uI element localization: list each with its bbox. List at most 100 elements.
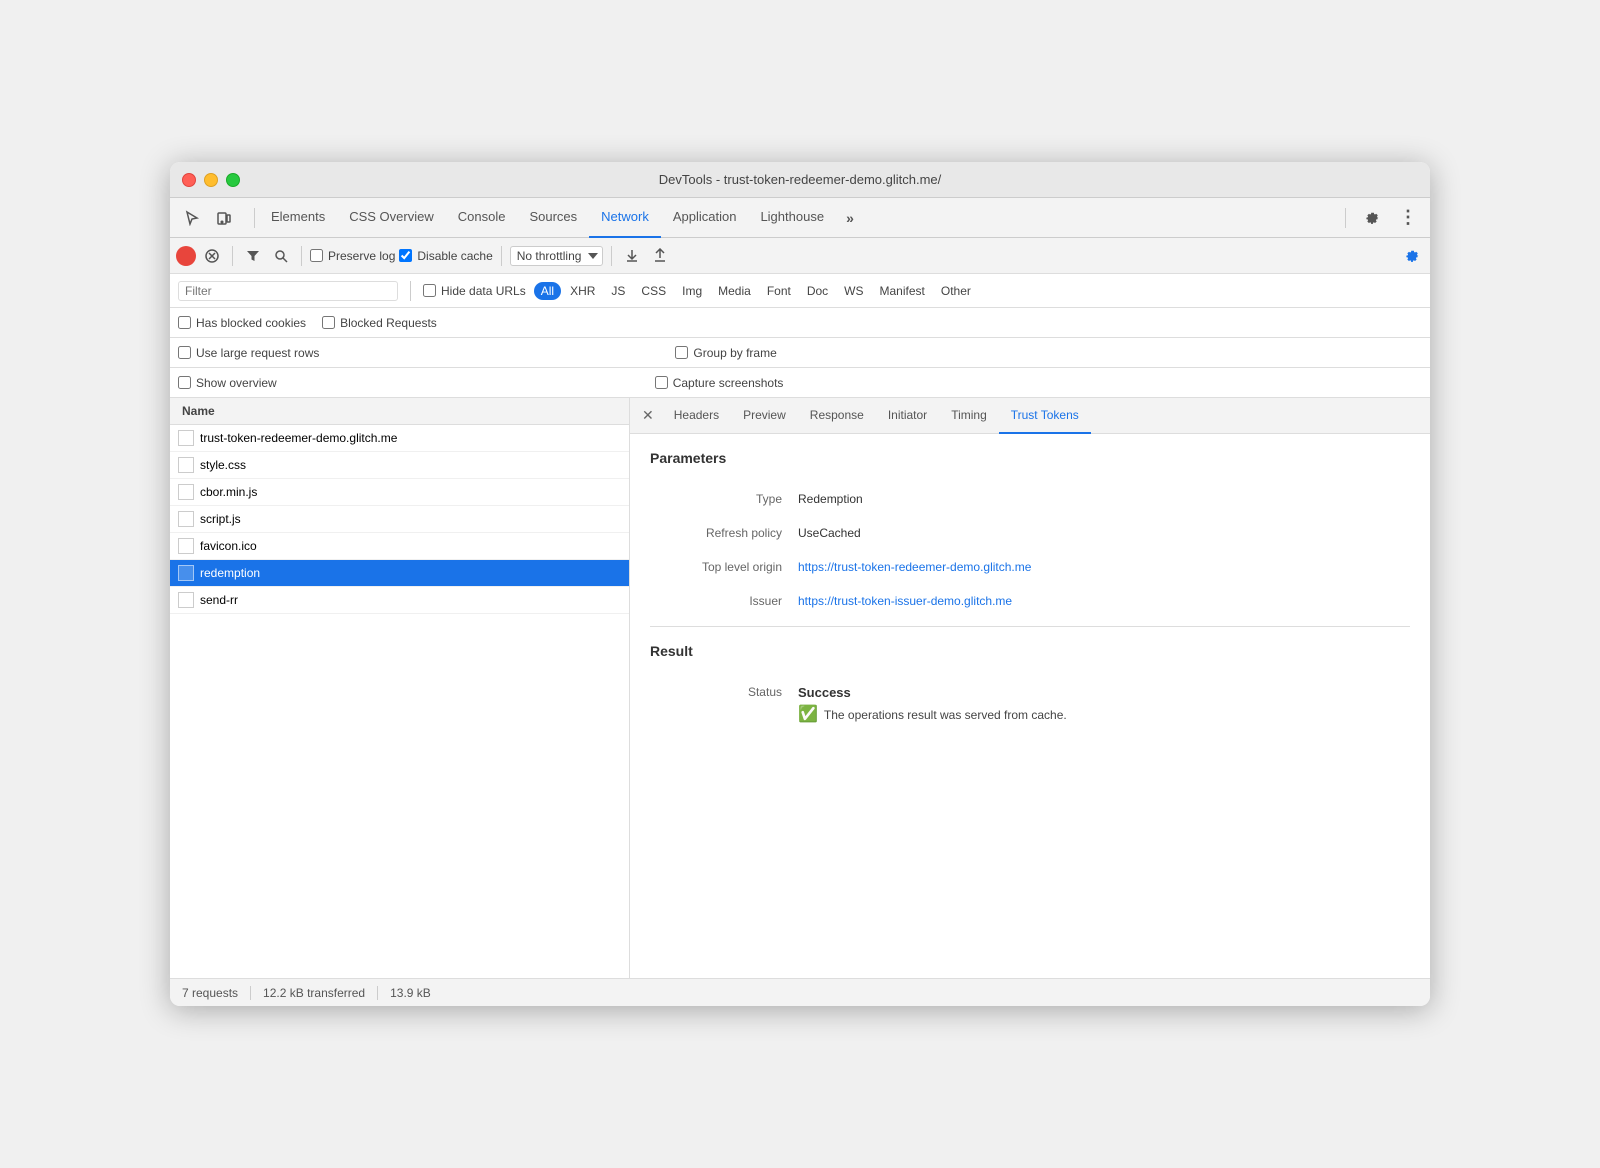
show-overview-label[interactable]: Show overview [178, 376, 277, 390]
large-rows-checkbox[interactable] [178, 346, 191, 359]
options-row-1: Has blocked cookies Blocked Requests [170, 308, 1430, 338]
file-icon [178, 538, 194, 554]
devtools-tab-bar: Elements CSS Overview Console Sources Ne… [170, 198, 1430, 238]
filter-tag-all[interactable]: All [534, 282, 561, 300]
more-menu-button[interactable]: ⋮ [1394, 204, 1422, 232]
preserve-log-checkbox[interactable] [310, 249, 323, 262]
success-check-icon: ✅ [798, 704, 818, 724]
list-item[interactable]: trust-token-redeemer-demo.glitch.me [170, 425, 629, 452]
param-value-issuer: https://trust-token-issuer-demo.glitch.m… [790, 584, 1410, 618]
tab-timing[interactable]: Timing [939, 398, 999, 434]
param-value-refresh: UseCached [790, 516, 1410, 550]
file-icon-selected [178, 565, 194, 581]
tab-sources[interactable]: Sources [517, 198, 589, 238]
tab-response[interactable]: Response [798, 398, 876, 434]
requests-count: 7 requests [182, 986, 251, 1000]
tab-headers[interactable]: Headers [662, 398, 731, 434]
options-row-3: Show overview Capture screenshots [170, 368, 1430, 398]
param-key-origin: Top level origin [650, 550, 790, 584]
large-rows-label[interactable]: Use large request rows [178, 346, 319, 360]
close-detail-button[interactable]: ✕ [634, 398, 662, 434]
tab-initiator[interactable]: Initiator [876, 398, 939, 434]
disable-cache-label[interactable]: Disable cache [399, 249, 492, 263]
disable-cache-checkbox[interactable] [399, 249, 412, 262]
record-button[interactable] [176, 246, 196, 266]
network-settings-icon[interactable] [1400, 244, 1424, 268]
filter-input[interactable] [178, 281, 398, 301]
tab-lighthouse[interactable]: Lighthouse [748, 198, 836, 238]
detail-content: Parameters Type Redemption Refresh polic… [630, 434, 1430, 978]
result-table: Status Success ✅ The operations result w… [650, 675, 1410, 734]
filter-tag-img[interactable]: Img [675, 282, 709, 300]
filter-tag-media[interactable]: Media [711, 282, 758, 300]
tab-console[interactable]: Console [446, 198, 518, 238]
network-toolbar: Preserve log Disable cache No throttling [170, 238, 1430, 274]
export-icon[interactable] [648, 244, 672, 268]
list-item[interactable]: script.js [170, 506, 629, 533]
filter-tag-css[interactable]: CSS [634, 282, 673, 300]
minimize-button[interactable] [204, 173, 218, 187]
filter-divider [410, 281, 411, 301]
section-divider [650, 626, 1410, 627]
filter-tag-font[interactable]: Font [760, 282, 798, 300]
table-row: Type Redemption [650, 482, 1410, 516]
more-tabs-button[interactable]: » [836, 204, 864, 232]
traffic-lights [182, 173, 240, 187]
file-list-header: Name [170, 398, 629, 425]
filter-tag-manifest[interactable]: Manifest [873, 282, 932, 300]
show-overview-checkbox[interactable] [178, 376, 191, 389]
table-row: Top level origin https://trust-token-red… [650, 550, 1410, 584]
list-item[interactable]: send-rr [170, 587, 629, 614]
file-icon [178, 430, 194, 446]
list-item[interactable]: favicon.ico [170, 533, 629, 560]
param-value-type: Redemption [790, 482, 1410, 516]
parameters-title: Parameters [650, 450, 1410, 466]
search-icon[interactable] [269, 244, 293, 268]
list-item[interactable]: style.css [170, 452, 629, 479]
devtools-toolbar-icons [178, 204, 238, 232]
preserve-log-label[interactable]: Preserve log [310, 249, 395, 263]
tab-preview[interactable]: Preview [731, 398, 798, 434]
filter-icon[interactable] [241, 244, 265, 268]
file-icon [178, 484, 194, 500]
list-item-selected[interactable]: redemption [170, 560, 629, 587]
filter-tag-doc[interactable]: Doc [800, 282, 835, 300]
blocked-requests-checkbox[interactable] [322, 316, 335, 329]
has-blocked-cookies-checkbox[interactable] [178, 316, 191, 329]
list-item[interactable]: cbor.min.js [170, 479, 629, 506]
tab-elements[interactable]: Elements [259, 198, 337, 238]
detail-panel: ✕ Headers Preview Response Initiator Tim… [630, 398, 1430, 978]
capture-screenshots-label[interactable]: Capture screenshots [655, 376, 784, 390]
capture-screenshots-checkbox[interactable] [655, 376, 668, 389]
result-title: Result [650, 643, 1410, 659]
params-table: Type Redemption Refresh policy UseCached… [650, 482, 1410, 618]
cursor-icon[interactable] [178, 204, 206, 232]
filter-tag-ws[interactable]: WS [837, 282, 870, 300]
hide-data-urls-label[interactable]: Hide data URLs [423, 284, 526, 298]
group-by-frame-checkbox[interactable] [675, 346, 688, 359]
param-value-origin: https://trust-token-redeemer-demo.glitch… [790, 550, 1410, 584]
tab-application[interactable]: Application [661, 198, 749, 238]
filter-tag-xhr[interactable]: XHR [563, 282, 602, 300]
total-size: 13.9 kB [378, 986, 443, 1000]
filter-tag-js[interactable]: JS [604, 282, 632, 300]
device-icon[interactable] [210, 204, 238, 232]
maximize-button[interactable] [226, 173, 240, 187]
close-button[interactable] [182, 173, 196, 187]
result-status-label: Status [650, 675, 790, 734]
settings-icon[interactable] [1358, 204, 1386, 232]
import-icon[interactable] [620, 244, 644, 268]
param-key-issuer: Issuer [650, 584, 790, 618]
tab-css-overview[interactable]: CSS Overview [337, 198, 446, 238]
blocked-requests-label[interactable]: Blocked Requests [322, 316, 437, 330]
toolbar-divider-3 [501, 246, 502, 266]
throttle-select[interactable]: No throttling [510, 246, 603, 266]
group-by-frame-label[interactable]: Group by frame [675, 346, 776, 360]
stop-recording-button[interactable] [200, 244, 224, 268]
has-blocked-cookies-label[interactable]: Has blocked cookies [178, 316, 306, 330]
tab-network[interactable]: Network [589, 198, 661, 238]
file-icon [178, 511, 194, 527]
filter-tag-other[interactable]: Other [934, 282, 978, 300]
hide-data-urls-checkbox[interactable] [423, 284, 436, 297]
tab-trust-tokens[interactable]: Trust Tokens [999, 398, 1091, 434]
